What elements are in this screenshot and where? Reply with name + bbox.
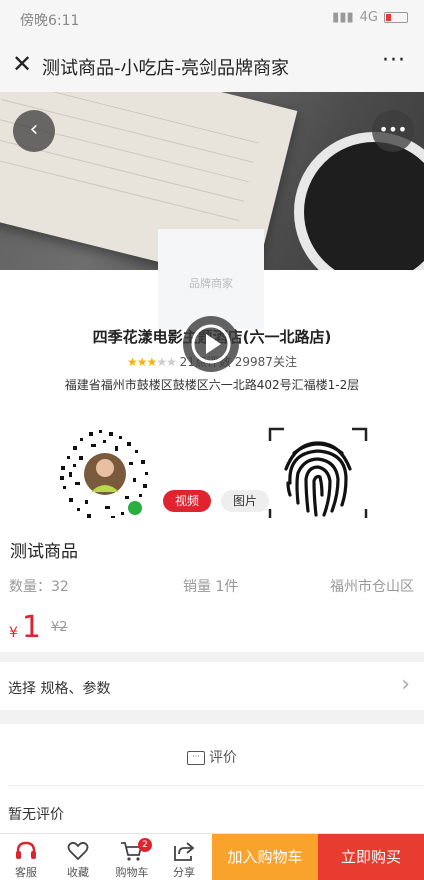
- back-icon[interactable]: ‹: [13, 110, 55, 152]
- cart-label: 购物车: [115, 866, 149, 879]
- review-heading: ··· 评价: [0, 747, 424, 767]
- page-title: 测试商品-小吃店-亮剑品牌商家: [42, 58, 289, 79]
- bottom-action-bar: 客服 收藏 2 购物车 分享 加入购物车 立即购买: [0, 833, 424, 880]
- comment-icon: ···: [187, 751, 205, 765]
- status-bar: 傍晚6:11 ▮▮▮ 4G: [0, 0, 424, 40]
- favorite-button[interactable]: 收藏: [52, 834, 104, 880]
- product-location: 福州市仓山区: [330, 579, 414, 595]
- top-nav: ✕ 测试商品-小吃店-亮剑品牌商家 ···: [0, 40, 424, 93]
- more-menu-icon[interactable]: ···: [382, 48, 406, 73]
- price-value: 1: [21, 610, 42, 645]
- add-to-cart-button[interactable]: 加入购物车: [212, 834, 318, 880]
- chevron-right-icon[interactable]: ›: [401, 672, 410, 697]
- brand-label: 品牌商家: [189, 277, 233, 290]
- play-icon: [191, 324, 231, 364]
- rating-stars: ★★★★★: [127, 355, 177, 369]
- product-sales: 销量 1件: [183, 579, 239, 595]
- product-price: ¥1 ¥2: [9, 610, 68, 645]
- review-heading-label: 评价: [209, 750, 237, 766]
- favorite-label: 收藏: [67, 866, 89, 879]
- headset-icon: [16, 841, 36, 859]
- battery-icon: [384, 12, 408, 23]
- product-quantity: 数量：32: [9, 579, 69, 595]
- status-icons: ▮▮▮ 4G: [332, 10, 408, 25]
- share-icon: [174, 842, 195, 861]
- no-review-text: 暂无评价: [8, 807, 64, 823]
- share-menu-icon[interactable]: •••: [372, 110, 414, 152]
- play-video-button[interactable]: [183, 316, 239, 372]
- mini-program-qr-code: [60, 430, 148, 521]
- service-label: 客服: [15, 866, 37, 879]
- signal-icon: ▮▮▮: [332, 10, 354, 25]
- network-label: 4G: [359, 10, 378, 25]
- cart-button[interactable]: 2 购物车: [106, 834, 158, 880]
- status-time: 傍晚6:11: [20, 13, 80, 29]
- cart-count-badge: 2: [138, 838, 152, 852]
- fingerprint-icon[interactable]: [266, 423, 370, 527]
- spec-label[interactable]: 选择 规格、参数: [8, 678, 110, 698]
- banner-coffee-cup: [294, 132, 424, 270]
- share-button[interactable]: 分享: [158, 834, 210, 880]
- heart-icon: [67, 841, 89, 861]
- buy-now-button[interactable]: 立即购买: [318, 834, 424, 880]
- follow-count: 29987关注: [234, 355, 297, 369]
- service-button[interactable]: 客服: [0, 834, 52, 880]
- product-title: 测试商品: [10, 542, 78, 562]
- shop-logo-card: 品牌商家: [158, 229, 264, 329]
- shop-address: 福建省福州市鼓楼区鼓楼区六一北路402号汇福楼1-2层: [64, 378, 360, 392]
- divider: [8, 785, 424, 786]
- tab-image[interactable]: 图片: [221, 490, 270, 512]
- original-price: ¥2: [51, 620, 68, 635]
- tab-video[interactable]: 视频: [163, 490, 212, 512]
- price-currency: ¥: [9, 625, 18, 641]
- close-icon[interactable]: ✕: [8, 50, 36, 78]
- share-label: 分享: [173, 866, 195, 879]
